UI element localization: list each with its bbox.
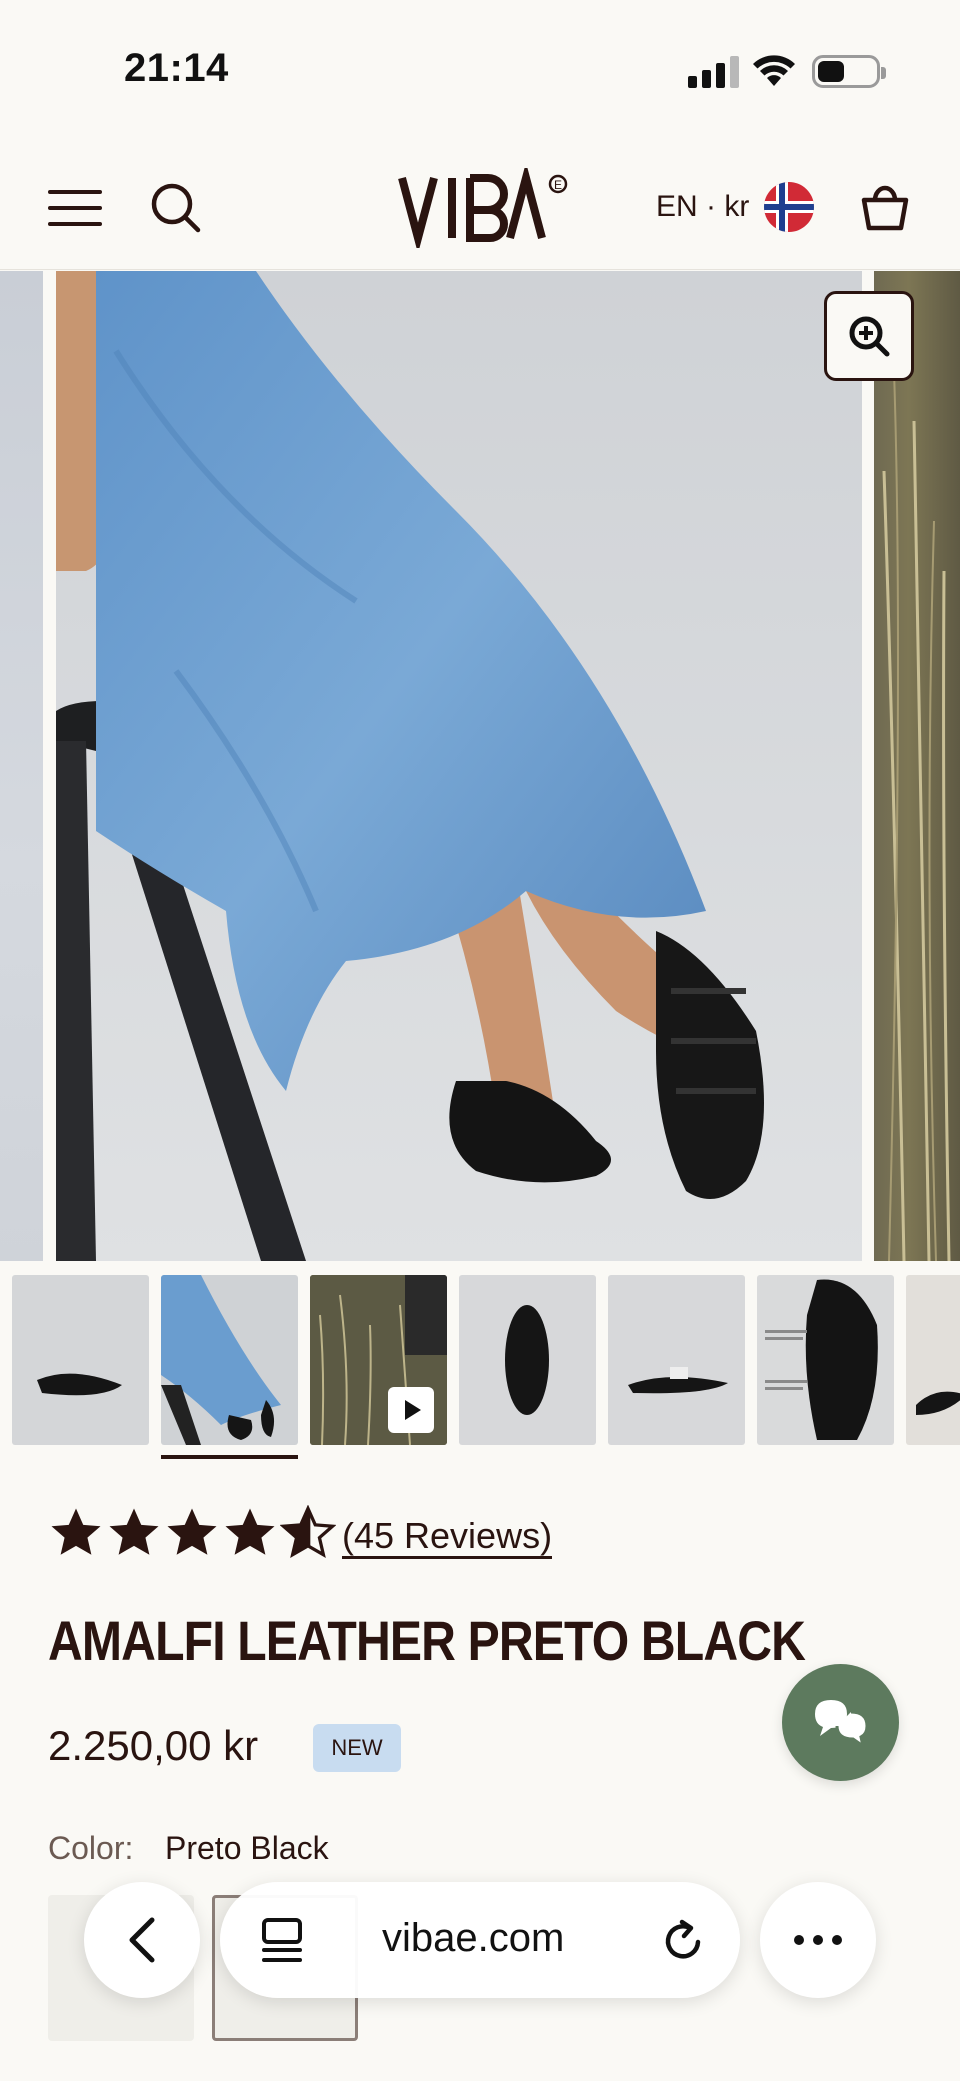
- search-icon[interactable]: [148, 180, 204, 236]
- play-video-icon: [388, 1387, 434, 1433]
- product-image-gallery[interactable]: [0, 271, 960, 1261]
- star-icon: [51, 1508, 101, 1555]
- new-badge: NEW: [313, 1724, 401, 1772]
- thumbnail-model-seated[interactable]: [161, 1275, 298, 1445]
- reviews-link[interactable]: (45 Reviews): [342, 1516, 553, 1559]
- more-options-button[interactable]: [760, 1882, 876, 1998]
- browser-address-bar[interactable]: vibae.com: [220, 1882, 740, 1998]
- cart-basket-icon[interactable]: [856, 178, 914, 236]
- norway-flag-icon[interactable]: [764, 182, 814, 232]
- more-dot: [813, 1935, 823, 1945]
- battery-icon: [812, 55, 886, 88]
- active-thumbnail-indicator: [161, 1455, 298, 1459]
- more-dot: [832, 1935, 842, 1945]
- reload-icon[interactable]: [660, 1918, 706, 1964]
- chat-bubbles-icon: [814, 1699, 869, 1749]
- thumbnail-top-view[interactable]: [459, 1275, 596, 1445]
- chat-button[interactable]: [782, 1664, 899, 1781]
- url-text[interactable]: vibae.com: [382, 1916, 564, 1961]
- color-label: Color:: [48, 1830, 134, 1866]
- status-time: 21:14: [124, 46, 229, 90]
- site-header: E EN · kr: [0, 140, 960, 270]
- more-dot: [794, 1935, 804, 1945]
- thumbnail-feature-details[interactable]: [757, 1275, 894, 1445]
- viba-logo[interactable]: E: [398, 168, 568, 248]
- svg-text:E: E: [554, 178, 562, 192]
- thumbnail-video-outdoor[interactable]: [310, 1275, 447, 1445]
- half-star-icon: [280, 1505, 336, 1558]
- cellular-signal-icon: [688, 56, 739, 88]
- language-currency-selector[interactable]: EN · kr: [656, 190, 749, 224]
- star-icon: [225, 1508, 275, 1555]
- star-rating: [48, 1505, 336, 1561]
- chevron-left-icon: [129, 1917, 155, 1963]
- main-product-image[interactable]: [56, 271, 862, 1261]
- wifi-icon: [753, 55, 795, 86]
- thumbnail-profile-view[interactable]: [608, 1275, 745, 1445]
- product-title: AMALFI LEATHER PRETO BLACK: [48, 1609, 806, 1672]
- thumbnail-side-view[interactable]: [12, 1275, 149, 1445]
- color-value: Preto Black: [165, 1830, 329, 1866]
- star-icon: [167, 1508, 217, 1555]
- status-bar: 21:14: [0, 0, 960, 140]
- page-menu-icon[interactable]: [258, 1916, 306, 1964]
- browser-back-button[interactable]: [84, 1882, 200, 1998]
- previous-slide-image[interactable]: [0, 271, 43, 1261]
- menu-icon[interactable]: [48, 188, 104, 228]
- zoom-button[interactable]: [824, 291, 914, 381]
- thumbnail-pair-view[interactable]: [906, 1275, 960, 1445]
- product-price: 2.250,00 kr: [48, 1722, 259, 1769]
- thumbnail-strip: [0, 1275, 960, 1465]
- star-icon: [109, 1508, 159, 1555]
- next-slide-image[interactable]: [874, 271, 960, 1261]
- zoom-in-icon: [849, 316, 890, 357]
